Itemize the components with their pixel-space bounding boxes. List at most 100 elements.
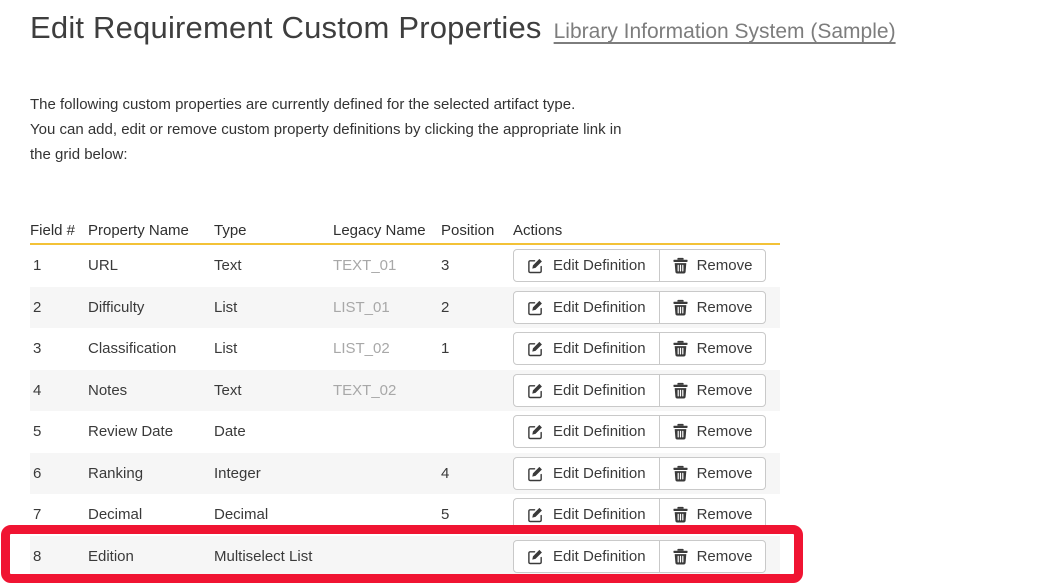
edit-definition-button[interactable]: Edit Definition (514, 458, 659, 489)
table-row: 1 URL Text TEXT_01 3 Edit Definition (30, 245, 780, 287)
cell-property-name: Ranking (88, 465, 214, 482)
edit-icon (527, 506, 544, 523)
trash-icon (673, 257, 688, 274)
remove-button[interactable]: Remove (659, 458, 766, 489)
edit-icon (527, 423, 544, 440)
cell-position: 3 (441, 257, 513, 274)
trash-icon (673, 506, 688, 523)
page-title: Edit Requirement Custom Properties (30, 10, 542, 45)
remove-label: Remove (697, 258, 753, 273)
remove-label: Remove (697, 507, 753, 522)
cell-legacy-name: TEXT_02 (333, 382, 441, 399)
remove-label: Remove (697, 341, 753, 356)
cell-type: Multiselect List (214, 548, 333, 565)
cell-field-number: 7 (30, 506, 88, 523)
edit-definition-button[interactable]: Edit Definition (514, 416, 659, 447)
row-actions: Edit Definition Remove (513, 415, 766, 448)
intro-text: The following custom properties are curr… (30, 92, 1037, 167)
remove-label: Remove (697, 466, 753, 481)
cell-property-name: Notes (88, 382, 214, 399)
table-header-row: Field # Property Name Type Legacy Name P… (30, 217, 780, 245)
cell-position: 5 (441, 506, 513, 523)
edit-definition-button[interactable]: Edit Definition (514, 541, 659, 572)
remove-button[interactable]: Remove (659, 541, 766, 572)
remove-button[interactable]: Remove (659, 250, 766, 281)
cell-property-name: Difficulty (88, 299, 214, 316)
cell-type: Text (214, 257, 333, 274)
table-row: 7 Decimal Decimal 5 Edit Definition (30, 494, 780, 536)
row-actions: Edit Definition Remove (513, 291, 766, 324)
edit-definition-button[interactable]: Edit Definition (514, 292, 659, 323)
remove-button[interactable]: Remove (659, 499, 766, 530)
table-body: 1 URL Text TEXT_01 3 Edit Definition (30, 245, 780, 577)
trash-icon (673, 299, 688, 316)
page-header: Edit Requirement Custom Properties Librar… (30, 10, 1037, 56)
edit-definition-label: Edit Definition (553, 383, 646, 398)
table-row: 8 Edition Multiselect List Edit Definiti… (30, 536, 780, 578)
cell-legacy-name: LIST_02 (333, 340, 441, 357)
trash-icon (673, 548, 688, 565)
cell-type: List (214, 340, 333, 357)
cell-property-name: Edition (88, 548, 214, 565)
remove-button[interactable]: Remove (659, 333, 766, 364)
cell-type: Integer (214, 465, 333, 482)
column-header-legacy-name: Legacy Name (333, 222, 441, 239)
table-row: 6 Ranking Integer 4 Edit Definition (30, 453, 780, 495)
edit-definition-label: Edit Definition (553, 466, 646, 481)
table-row: 5 Review Date Date Edit Definition (30, 411, 780, 453)
column-header-field-number: Field # (30, 222, 88, 239)
remove-label: Remove (697, 424, 753, 439)
cell-property-name: URL (88, 257, 214, 274)
remove-button[interactable]: Remove (659, 292, 766, 323)
column-header-actions: Actions (513, 222, 780, 239)
edit-definition-label: Edit Definition (553, 549, 646, 564)
table-row: 4 Notes Text TEXT_02 Edit Definition (30, 370, 780, 412)
edit-icon (527, 299, 544, 316)
cell-field-number: 2 (30, 299, 88, 316)
edit-definition-button[interactable]: Edit Definition (514, 499, 659, 530)
edit-definition-label: Edit Definition (553, 424, 646, 439)
cell-position: 2 (441, 299, 513, 316)
remove-label: Remove (697, 383, 753, 398)
remove-button[interactable]: Remove (659, 416, 766, 447)
page: Edit Requirement Custom Properties Librar… (0, 0, 1037, 577)
edit-definition-button[interactable]: Edit Definition (514, 375, 659, 406)
table-row: 2 Difficulty List LIST_01 2 Edit Definit… (30, 287, 780, 329)
edit-icon (527, 382, 544, 399)
edit-icon (527, 340, 544, 357)
edit-icon (527, 257, 544, 274)
row-actions: Edit Definition Remove (513, 374, 766, 407)
cell-field-number: 4 (30, 382, 88, 399)
row-actions: Edit Definition Remove (513, 249, 766, 282)
cell-field-number: 8 (30, 548, 88, 565)
remove-label: Remove (697, 549, 753, 564)
edit-definition-button[interactable]: Edit Definition (514, 333, 659, 364)
trash-icon (673, 423, 688, 440)
cell-field-number: 6 (30, 465, 88, 482)
intro-line-3: the grid below: (30, 142, 1037, 167)
column-header-position: Position (441, 222, 513, 239)
column-header-property-name: Property Name (88, 222, 214, 239)
row-actions: Edit Definition Remove (513, 498, 766, 531)
cell-type: Date (214, 423, 333, 440)
cell-property-name: Decimal (88, 506, 214, 523)
cell-legacy-name: TEXT_01 (333, 257, 441, 274)
column-header-type: Type (214, 222, 333, 239)
cell-type: Decimal (214, 506, 333, 523)
row-actions: Edit Definition Remove (513, 332, 766, 365)
cell-property-name: Review Date (88, 423, 214, 440)
project-link[interactable]: Library Information System (Sample) (554, 20, 896, 43)
remove-label: Remove (697, 300, 753, 315)
cell-field-number: 1 (30, 257, 88, 274)
custom-properties-table: Field # Property Name Type Legacy Name P… (30, 217, 780, 577)
cell-type: List (214, 299, 333, 316)
edit-definition-button[interactable]: Edit Definition (514, 250, 659, 281)
edit-icon (527, 548, 544, 565)
cell-position: 4 (441, 465, 513, 482)
remove-button[interactable]: Remove (659, 375, 766, 406)
edit-icon (527, 465, 544, 482)
edit-definition-label: Edit Definition (553, 341, 646, 356)
cell-legacy-name: LIST_01 (333, 299, 441, 316)
cell-field-number: 5 (30, 423, 88, 440)
trash-icon (673, 382, 688, 399)
